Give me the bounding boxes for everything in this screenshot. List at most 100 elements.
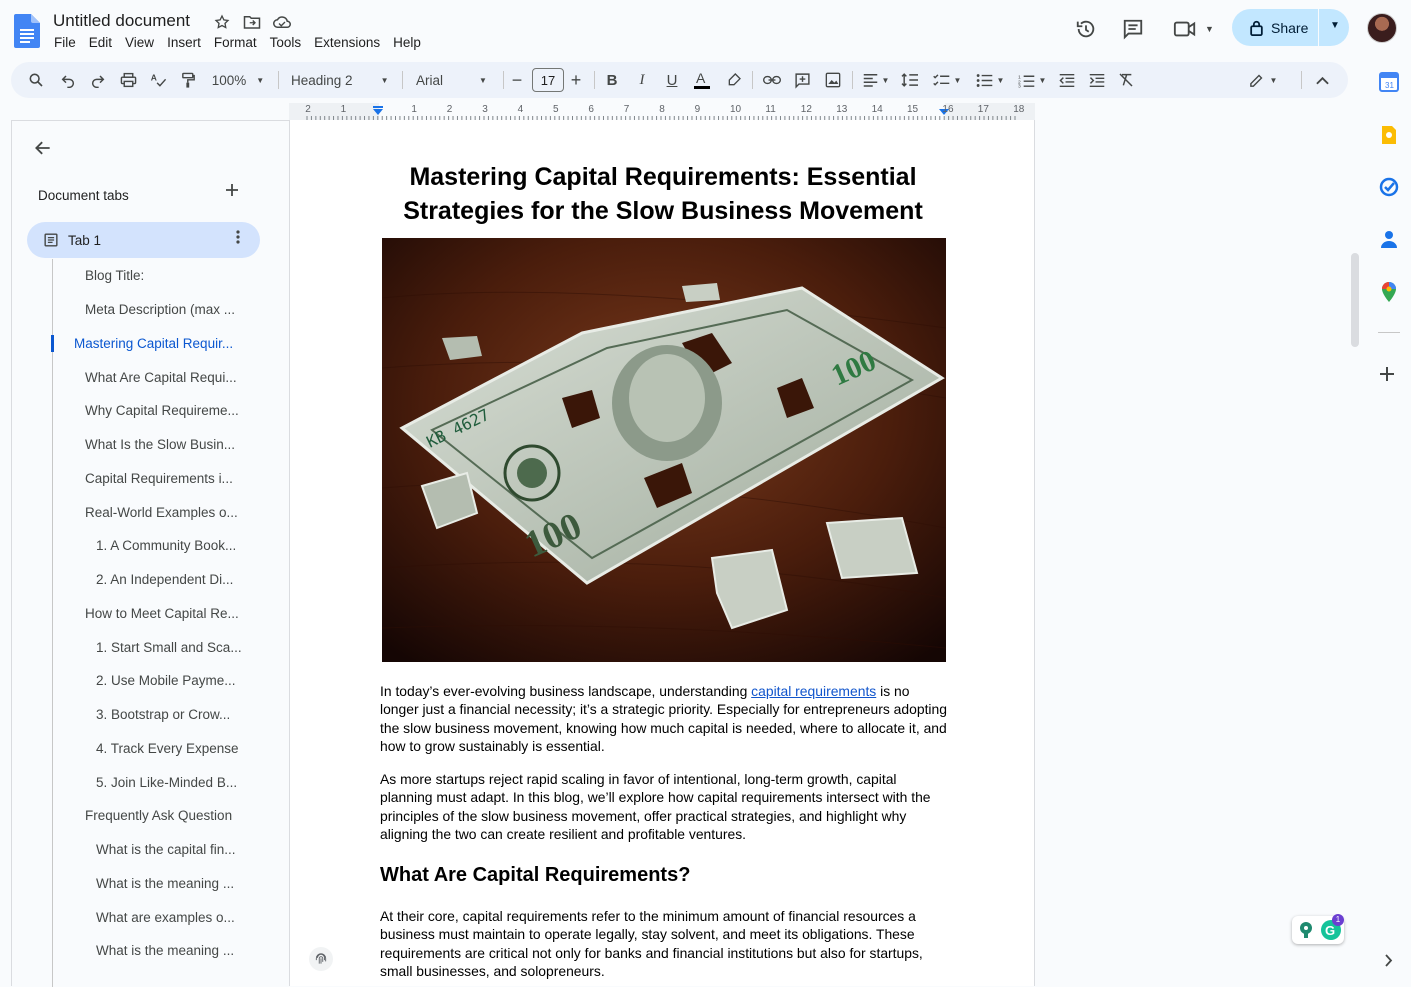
paragraph-two[interactable]: As more startups reject rapid scaling in…	[380, 770, 950, 843]
avatar[interactable]	[1367, 13, 1397, 43]
menu-file[interactable]: File	[54, 35, 76, 50]
clear-formatting-icon[interactable]	[1115, 62, 1137, 98]
menu-help[interactable]: Help	[393, 35, 421, 50]
tasks-icon[interactable]	[1379, 177, 1399, 197]
menu-tools[interactable]: Tools	[270, 35, 302, 50]
checklist-select[interactable]: ▼	[929, 62, 965, 98]
lightbulb-icon[interactable]	[1298, 921, 1314, 939]
outline-item[interactable]: 3. Bootstrap or Crow...	[96, 707, 230, 722]
add-comment-icon[interactable]	[791, 62, 813, 98]
tab-item-tab-1[interactable]: Tab 1	[27, 222, 260, 258]
outline-item[interactable]: Meta Description (max ...	[85, 302, 235, 317]
search-menus-icon[interactable]	[25, 62, 47, 98]
grammarly-badge: 1	[1332, 914, 1344, 926]
outline-item[interactable]: 4. Track Every Expense	[96, 741, 239, 756]
zoom-select[interactable]: 100% ▼	[207, 62, 269, 98]
version-history-icon[interactable]	[1075, 18, 1097, 40]
text-color-icon[interactable]: A	[691, 62, 713, 98]
fingerprint-icon[interactable]	[309, 947, 333, 971]
redo-icon[interactable]	[87, 62, 109, 98]
add-app-plus-icon[interactable]	[1379, 366, 1399, 386]
menu-insert[interactable]: Insert	[167, 35, 201, 50]
cloud-saved-icon[interactable]	[272, 12, 292, 32]
font-size-input[interactable]: 17	[532, 68, 564, 92]
share-button[interactable]: Share ▼	[1232, 9, 1349, 46]
outline-item[interactable]: 2. An Independent Di...	[96, 572, 233, 587]
highlight-color-icon[interactable]	[723, 62, 745, 98]
outline-item[interactable]: Blog Title:	[85, 268, 144, 283]
numbered-list-select[interactable]: 123 ▼	[1014, 62, 1050, 98]
menu-format[interactable]: Format	[214, 35, 257, 50]
outline-item[interactable]: What is the capital fin...	[96, 842, 236, 857]
italic-icon[interactable]: I	[631, 62, 653, 98]
bulleted-list-select[interactable]: ▼	[972, 62, 1008, 98]
editing-mode-select[interactable]: ▼	[1245, 62, 1281, 98]
menu-view[interactable]: View	[125, 35, 154, 50]
outline-item[interactable]: 1. A Community Book...	[96, 538, 236, 553]
document-page[interactable]: Mastering Capital Requirements: Essentia…	[289, 120, 1035, 986]
puzzle-dollar-bill-image[interactable]: KB 4627 100 100	[382, 238, 946, 662]
outline-item[interactable]: Real-World Examples o...	[85, 505, 238, 520]
underline-icon[interactable]: U	[661, 62, 683, 98]
document-title[interactable]: Untitled document	[53, 11, 190, 31]
heading-what-are-capital-requirements[interactable]: What Are Capital Requirements?	[380, 864, 690, 887]
increase-indent-icon[interactable]	[1086, 62, 1108, 98]
share-options-dropdown-icon[interactable]: ▼	[1330, 20, 1340, 31]
add-tab-plus-icon[interactable]	[225, 183, 239, 197]
paragraph-intro[interactable]: In today’s ever-evolving business landsc…	[380, 682, 950, 755]
calendar-icon[interactable]: 31	[1379, 72, 1399, 92]
outline-item[interactable]: What are examples o...	[96, 910, 235, 925]
increase-font-size-icon[interactable]: +	[568, 62, 584, 98]
insert-image-icon[interactable]	[822, 62, 844, 98]
outline-item-active[interactable]: Mastering Capital Requir...	[74, 336, 233, 351]
keep-icon[interactable]	[1379, 125, 1399, 145]
font-family-select[interactable]: Arial ▼	[416, 62, 492, 98]
expand-panel-chevron-right-icon[interactable]	[1384, 954, 1404, 974]
meet-button[interactable]: ▼	[1173, 18, 1214, 40]
menu-edit[interactable]: Edit	[89, 35, 112, 50]
contacts-icon[interactable]	[1379, 229, 1399, 249]
menu-extensions[interactable]: Extensions	[314, 35, 380, 50]
comments-icon[interactable]	[1122, 18, 1144, 40]
outline-item[interactable]: 2. Use Mobile Payme...	[96, 673, 236, 688]
outline-item[interactable]: What Is the Slow Busin...	[85, 437, 235, 452]
document-heading-title[interactable]: Mastering Capital Requirements: Essentia…	[380, 160, 946, 228]
vertical-scrollbar[interactable]	[1351, 253, 1359, 347]
paragraph-style-select[interactable]: Heading 2 ▼	[291, 62, 391, 98]
more-options-icon[interactable]	[236, 230, 240, 244]
chevron-down-icon: ▼	[996, 75, 1005, 85]
horizontal-ruler[interactable]: 2 1 1 2 3 4 5 6 7 8 9 10 11 12 13 14 15 16 17 18	[289, 103, 1035, 120]
hide-menus-chevron-up-icon[interactable]	[1311, 62, 1333, 98]
docs-logo-icon[interactable]	[14, 14, 40, 48]
outline-item[interactable]: Frequently Ask Question	[85, 808, 232, 823]
chevron-down-icon: ▼	[1038, 75, 1047, 85]
print-icon[interactable]	[117, 62, 139, 98]
back-arrow-icon[interactable]	[33, 138, 53, 158]
line-spacing-icon[interactable]	[899, 62, 921, 98]
outline-item[interactable]: 5. Join Like-Minded B...	[96, 775, 237, 790]
ruler-number: 10	[730, 104, 742, 115]
bold-icon[interactable]: B	[601, 62, 623, 98]
align-select[interactable]: ▼	[859, 62, 893, 98]
paragraph-style-value: Heading 2	[291, 72, 353, 88]
paragraph-three[interactable]: At their core, capital requirements refe…	[380, 907, 950, 980]
outline-item[interactable]: How to Meet Capital Re...	[85, 606, 239, 621]
outline-item[interactable]: What Are Capital Requi...	[85, 370, 237, 385]
star-icon[interactable]	[212, 12, 232, 32]
outline-item[interactable]: Why Capital Requireme...	[85, 403, 239, 418]
outline-item[interactable]: What is the meaning ...	[96, 943, 234, 958]
outline-item[interactable]: Capital Requirements i...	[85, 471, 233, 486]
undo-icon[interactable]	[57, 62, 79, 98]
move-to-folder-icon[interactable]	[242, 12, 262, 32]
outline-item[interactable]: What is the meaning ...	[96, 876, 234, 891]
decrease-font-size-icon[interactable]: −	[509, 62, 525, 98]
capital-requirements-link[interactable]: capital requirements	[751, 683, 876, 699]
decrease-indent-icon[interactable]	[1056, 62, 1078, 98]
insert-link-icon[interactable]	[761, 62, 783, 98]
paint-format-icon[interactable]	[177, 62, 199, 98]
checklist-icon	[932, 73, 949, 86]
spellcheck-icon[interactable]: A	[147, 62, 169, 98]
maps-icon[interactable]	[1379, 281, 1399, 302]
outline-item[interactable]: 1. Start Small and Sca...	[96, 640, 242, 655]
grammarly-widget[interactable]: G 1	[1292, 914, 1344, 944]
